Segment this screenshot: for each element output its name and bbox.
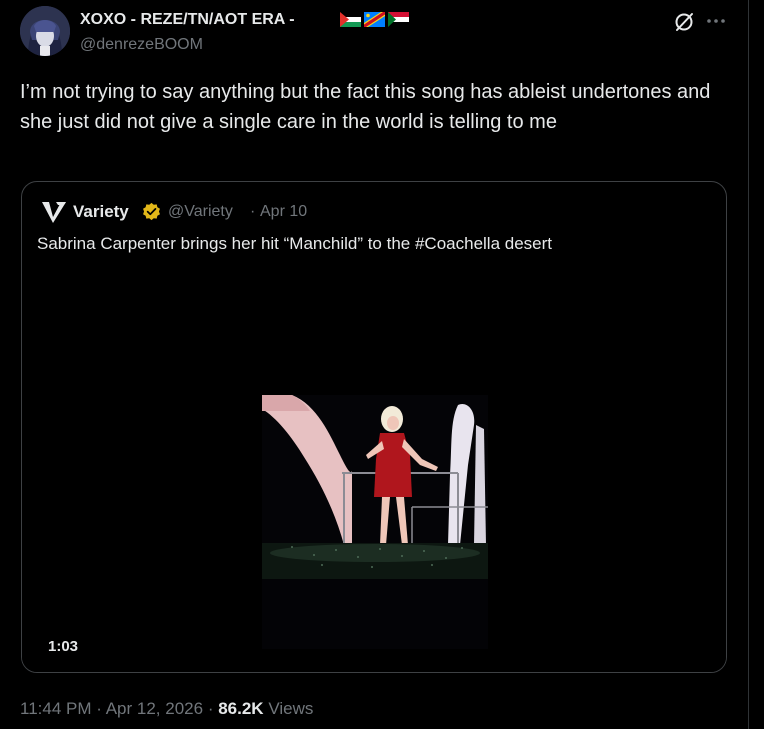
quote-author-handle[interactable]: @Variety [168,203,233,221]
quote-date[interactable]: Apr 10 [260,203,307,221]
avatar[interactable] [20,6,70,56]
more-icon[interactable] [704,10,728,32]
author-display-name[interactable]: XOXO - REZE/TN/AOT ERA - [80,11,295,29]
video-player[interactable] [22,264,726,672]
flag-emojis [340,12,409,27]
column-divider [748,0,749,729]
sudan-flag-icon [388,12,409,27]
tweet-meta: 11:44 PM · Apr 12, 2026 · 86.2K Views [20,699,313,719]
views-count[interactable]: 86.2K [218,699,263,718]
meta-separator: · [96,699,102,718]
views-label: Views [268,699,314,718]
quote-tweet-card[interactable]: Variety @Variety · Apr 10 Sabrina Carpen… [21,181,727,673]
quote-author-name[interactable]: Variety [73,202,129,222]
palestine-flag-icon [340,12,361,27]
meta-separator: · [207,699,214,718]
quote-text: Sabrina Carpenter brings her hit “Manchi… [37,234,552,253]
author-handle[interactable]: @denrezeBOOM [80,36,203,54]
grok-icon[interactable] [673,11,695,33]
quote-separator: · [250,203,256,220]
variety-logo-icon [42,202,66,223]
verified-badge-icon [143,202,160,221]
video-duration: 1:03 [48,638,79,655]
tweet-time[interactable]: 11:44 PM [20,699,92,718]
video-frame [262,395,488,649]
tweet-date[interactable]: Apr 12, 2026 [106,699,203,718]
dr-congo-flag-icon [364,12,385,27]
tweet-text: I’m not trying to say anything but the f… [20,81,711,133]
